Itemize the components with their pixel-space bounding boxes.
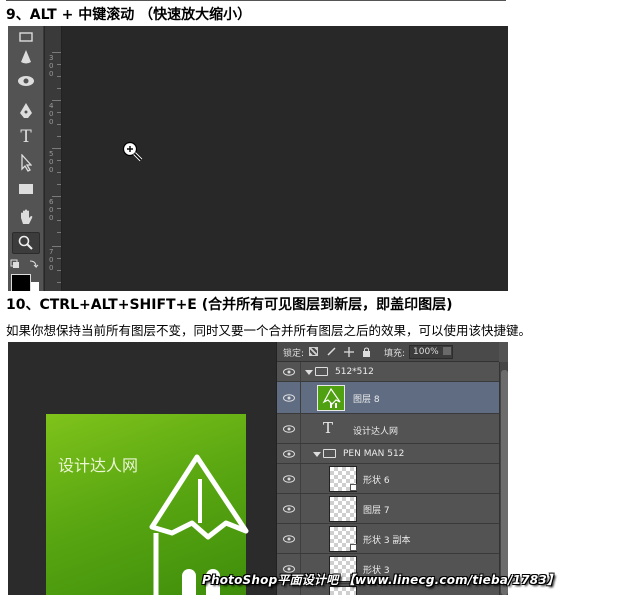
layer-row[interactable]: 图层 8 — [277, 382, 499, 414]
layers-panel: 锁定: 填充: 100% 512*512 图层 8 T 设计达人网 PEN MA… — [276, 342, 508, 595]
ruler-label: 4 0 0 — [49, 102, 54, 126]
photoshop-screenshot-layers: 设计达人网 锁定: 填充: 100% 512*512 图层 8 T 设计达人网 … — [8, 342, 508, 595]
ruler-label: 5 0 0 — [49, 150, 54, 174]
visibility-eye-icon[interactable] — [283, 394, 295, 402]
section-10-heading: 10、CTRL+ALT+SHIFT+E (合并所有可见图层到新层，即盖印图层) — [6, 297, 453, 313]
text-layer-icon: T — [323, 419, 334, 437]
layer-row[interactable]: 形状 3 副本 — [277, 524, 499, 554]
visibility-eye-icon[interactable] — [283, 505, 295, 513]
lock-all-icon[interactable] — [362, 347, 371, 357]
fill-dropdown-icon[interactable] — [443, 347, 451, 355]
artwork-title: 设计达人网 — [58, 456, 139, 475]
lock-paint-icon[interactable] — [327, 347, 336, 356]
layer-name: 图层 8 — [353, 395, 380, 405]
ruler-label: 3 0 0 — [49, 54, 54, 78]
layer-name: 图层 7 — [363, 506, 390, 516]
watermark: PhotoShop平面设计吧 【www.linecg.com/tieba/178… — [202, 573, 560, 587]
layer-row[interactable]: 图层 7 — [277, 494, 499, 524]
layer-row[interactable]: T 设计达人网 — [277, 414, 499, 444]
zoom-in-cursor-icon — [122, 141, 143, 162]
photoshop-screenshot-zoom: T 3 0 0 4 0 0 5 0 0 6 0 0 7 0 0 — [8, 26, 508, 291]
layer-name: 形状 6 — [363, 476, 390, 486]
ruler-label: 6 0 0 — [49, 198, 54, 222]
section-9-heading: 9、ALT + 中键滚动 （快速放大缩小） — [6, 7, 252, 23]
swap-colors-icon[interactable] — [10, 259, 42, 271]
layer-name: 设计达人网 — [353, 427, 399, 437]
path-select-icon[interactable] — [12, 152, 40, 174]
eye-dodge-icon[interactable] — [12, 70, 40, 92]
layer-name: PEN MAN 512 — [343, 449, 405, 459]
lock-transparent-icon[interactable] — [309, 347, 318, 356]
layer-row[interactable]: PEN MAN 512 — [277, 444, 499, 464]
visibility-eye-icon[interactable] — [283, 450, 295, 458]
rectangle-select-icon[interactable] — [12, 26, 40, 48]
section-10-description: 如果你想保持当前所有图层不变，同时又要一个合并所有图层之后的效果，可以使用该快捷… — [6, 323, 532, 338]
folder-icon — [315, 367, 328, 376]
vertical-ruler: 3 0 0 4 0 0 5 0 0 6 0 0 7 0 0 — [45, 26, 62, 291]
drop-icon[interactable] — [12, 46, 40, 68]
foreground-color-swatch[interactable] — [11, 274, 31, 291]
lock-bar: 锁定: 填充: 100% — [277, 342, 499, 362]
layer-thumbnail — [317, 385, 345, 411]
expand-arrow-icon[interactable] — [305, 370, 313, 375]
layer-name: 512*512 — [335, 367, 374, 377]
visibility-eye-icon[interactable] — [283, 535, 295, 543]
visibility-eye-icon[interactable] — [283, 425, 295, 433]
shape-layer-icon — [350, 484, 357, 491]
visibility-eye-icon[interactable] — [283, 368, 295, 376]
zoom-icon[interactable] — [12, 232, 40, 254]
pen-icon[interactable] — [12, 100, 40, 122]
layer-row[interactable]: 形状 6 — [277, 464, 499, 494]
hand-icon[interactable] — [12, 206, 40, 228]
layer-thumbnail — [329, 496, 357, 522]
expand-arrow-icon[interactable] — [313, 452, 321, 457]
lock-move-icon[interactable] — [344, 347, 354, 357]
top-divider — [6, 0, 506, 1]
tools-panel: T — [8, 26, 44, 291]
artwork-card: 设计达人网 — [46, 414, 249, 595]
shape-rect-icon[interactable] — [12, 178, 40, 200]
ruler-label: 7 0 0 — [49, 248, 54, 272]
folder-icon — [323, 449, 336, 458]
shape-layer-icon — [350, 544, 357, 551]
layer-row[interactable]: 512*512 — [277, 362, 499, 382]
lock-label: 锁定: — [283, 349, 305, 359]
scrollbar-thumb[interactable] — [501, 370, 508, 595]
visibility-eye-icon[interactable] — [283, 475, 295, 483]
fill-label: 填充: — [384, 349, 406, 359]
layer-name: 形状 3 副本 — [363, 536, 411, 546]
type-icon[interactable]: T — [12, 126, 40, 148]
layers-scrollbar[interactable] — [499, 362, 508, 595]
